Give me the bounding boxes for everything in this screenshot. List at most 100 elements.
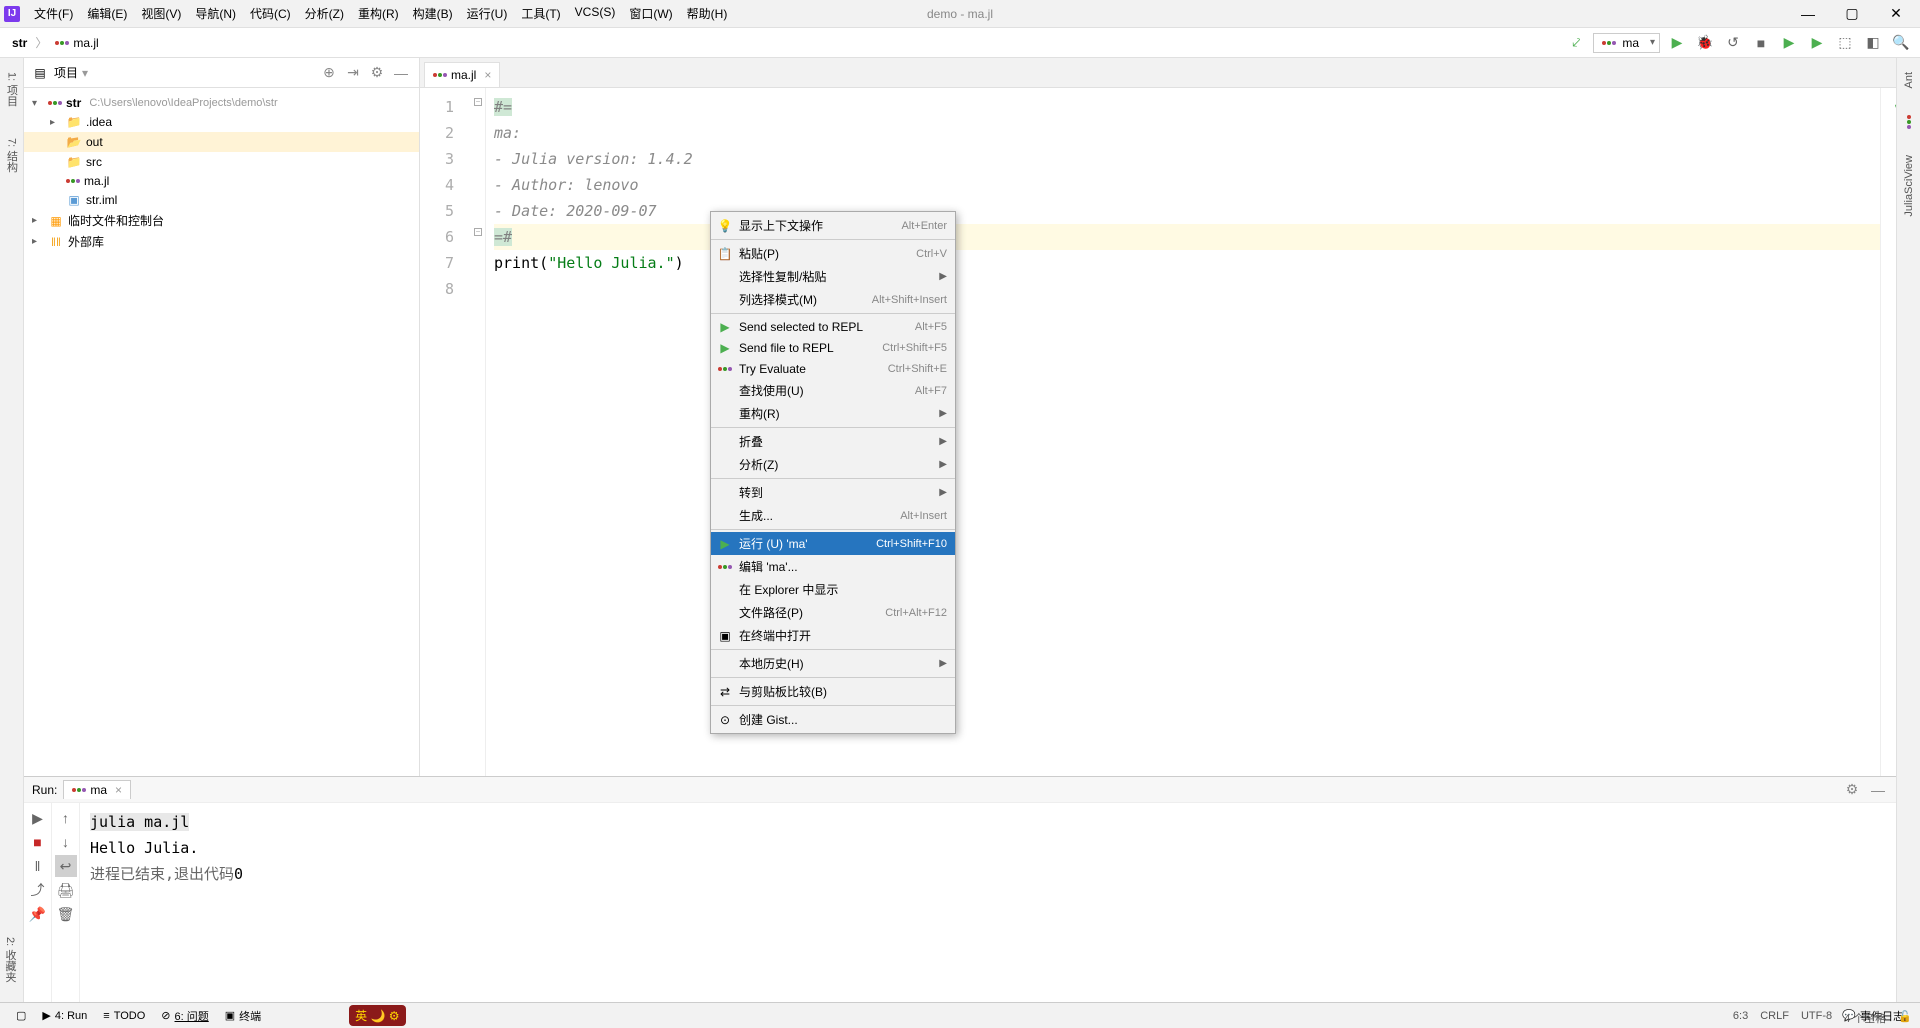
- context-item[interactable]: 在 Explorer 中显示: [711, 578, 955, 601]
- tree-out[interactable]: 📂 out: [24, 132, 419, 152]
- debug-icon[interactable]: 🐞: [1694, 32, 1716, 54]
- indent[interactable]: 4 个空格: [1844, 1010, 1886, 1026]
- locate-icon[interactable]: ⊕: [319, 63, 339, 83]
- menu-file[interactable]: 文件(F): [28, 1, 79, 26]
- project-panel-title[interactable]: 项目 ▾: [54, 64, 88, 81]
- run-output[interactable]: julia ma.jl Hello Julia. 进程已结束,退出代码0: [80, 803, 1896, 1002]
- bottom-problems[interactable]: ⊘ 6: 问题: [153, 1005, 216, 1027]
- run-hide-icon[interactable]: —: [1868, 780, 1888, 800]
- soft-wrap-icon[interactable]: ↩: [55, 855, 77, 877]
- menu-vcs[interactable]: VCS(S): [569, 1, 622, 26]
- menu-edit[interactable]: 编辑(E): [81, 1, 133, 26]
- context-item[interactable]: 分析(Z)▶: [711, 453, 955, 476]
- menu-tools[interactable]: 工具(T): [515, 1, 566, 26]
- bottom-terminal[interactable]: ▣ 终端: [217, 1005, 269, 1027]
- trash-icon[interactable]: 🗑: [55, 903, 77, 925]
- encoding[interactable]: UTF-8: [1801, 1010, 1832, 1026]
- close-tab-icon[interactable]: ×: [484, 68, 491, 82]
- stop-run-icon[interactable]: ■: [27, 831, 49, 853]
- run-button[interactable]: ▶: [1666, 32, 1688, 54]
- line-separator[interactable]: CRLF: [1760, 1010, 1789, 1026]
- menu-code[interactable]: 代码(C): [244, 1, 297, 26]
- editor-tab-ma[interactable]: ma.jl ×: [424, 62, 500, 87]
- tree-src[interactable]: 📁 src: [24, 152, 419, 172]
- collapse-icon[interactable]: ⇥: [343, 63, 363, 83]
- context-item[interactable]: 转到▶: [711, 481, 955, 504]
- maximize-button[interactable]: ▢: [1832, 2, 1872, 26]
- exit-icon[interactable]: ⤴: [27, 879, 49, 901]
- context-item[interactable]: ⊙创建 Gist...: [711, 708, 955, 731]
- chevron-right-icon: ▶: [939, 658, 947, 669]
- ime-badge[interactable]: 英 🌙 ⚙: [349, 1005, 405, 1026]
- context-item[interactable]: 本地历史(H)▶: [711, 652, 955, 675]
- tab-project[interactable]: 1: 项目: [2, 66, 22, 112]
- tab-ant[interactable]: Ant: [1901, 66, 1917, 95]
- print-icon[interactable]: 🖨: [55, 879, 77, 901]
- menu-window[interactable]: 窗口(W): [623, 1, 678, 26]
- tree-idea[interactable]: ▸📁 .idea: [24, 112, 419, 132]
- settings-icon[interactable]: ⬚: [1834, 32, 1856, 54]
- menu-help[interactable]: 帮助(H): [681, 1, 734, 26]
- run-settings-icon[interactable]: ⚙: [1842, 780, 1862, 800]
- tree-scratch[interactable]: ▸▦ 临时文件和控制台: [24, 210, 419, 231]
- tree-external-lib[interactable]: ▸‖‖ 外部库: [24, 231, 419, 252]
- context-item[interactable]: 选择性复制/粘贴▶: [711, 265, 955, 288]
- context-item[interactable]: 📋粘贴(P)Ctrl+V: [711, 242, 955, 265]
- tab-favorites[interactable]: 2: 收藏夹: [0, 931, 20, 988]
- hide-panel-icon[interactable]: —: [391, 63, 411, 83]
- cursor-position[interactable]: 6:3: [1733, 1010, 1748, 1026]
- bottom-run[interactable]: ▶ 4: Run: [34, 1006, 95, 1025]
- context-item[interactable]: 💡显示上下文操作Alt+Enter: [711, 214, 955, 237]
- rerun-icon[interactable]: ▶: [27, 807, 49, 829]
- layout-icon[interactable]: ◧: [1862, 32, 1884, 54]
- menu-view[interactable]: 视图(V): [135, 1, 187, 26]
- menu-refactor[interactable]: 重构(R): [352, 1, 405, 26]
- context-item[interactable]: 文件路径(P)Ctrl+Alt+F12: [711, 601, 955, 624]
- context-separator: [711, 705, 955, 706]
- context-item[interactable]: ▶Send file to REPLCtrl+Shift+F5: [711, 337, 955, 358]
- lock-icon[interactable]: 🔓: [1898, 1010, 1912, 1026]
- tab-structure[interactable]: 7: 结构: [2, 132, 22, 178]
- breadcrumb-root[interactable]: str: [8, 34, 31, 52]
- context-item[interactable]: ▶运行 (U) 'ma'Ctrl+Shift+F10: [711, 532, 955, 555]
- run-tab-ma[interactable]: ma ×: [63, 780, 131, 799]
- tab-julia-sciview[interactable]: JuliaSciView: [1901, 149, 1917, 223]
- context-item[interactable]: ▶Send selected to REPLAlt+F5: [711, 316, 955, 337]
- search-icon[interactable]: 🔍: [1890, 32, 1912, 54]
- pin-icon[interactable]: 📌: [27, 903, 49, 925]
- run-test-icon[interactable]: ▶: [1806, 32, 1828, 54]
- close-run-tab[interactable]: ×: [115, 783, 122, 797]
- context-item[interactable]: 列选择模式(M)Alt+Shift+Insert: [711, 288, 955, 311]
- context-item[interactable]: 编辑 'ma'...: [711, 555, 955, 578]
- context-item[interactable]: ⇄与剪贴板比较(B): [711, 680, 955, 703]
- menu-navigate[interactable]: 导航(N): [189, 1, 242, 26]
- menu-build[interactable]: 构建(B): [407, 1, 459, 26]
- fold-marker-open[interactable]: −: [474, 98, 482, 106]
- coverage-icon[interactable]: ↺: [1722, 32, 1744, 54]
- down-icon[interactable]: ↓: [55, 831, 77, 853]
- menu-analyze[interactable]: 分析(Z): [299, 1, 350, 26]
- show-panels-icon[interactable]: ▢: [8, 1006, 34, 1025]
- tree-root[interactable]: ▾ str C:\Users\lenovo\IdeaProjects\demo\…: [24, 94, 419, 112]
- context-item[interactable]: Try EvaluateCtrl+Shift+E: [711, 358, 955, 379]
- fold-marker-close[interactable]: −: [474, 228, 482, 236]
- context-item[interactable]: 生成...Alt+Insert: [711, 504, 955, 527]
- context-item[interactable]: 查找使用(U)Alt+F7: [711, 379, 955, 402]
- minimize-button[interactable]: —: [1788, 2, 1828, 26]
- context-item[interactable]: ▣在终端中打开: [711, 624, 955, 647]
- context-item[interactable]: 折叠▶: [711, 430, 955, 453]
- stop-icon[interactable]: ■: [1750, 32, 1772, 54]
- run-config-selector[interactable]: ma: [1593, 33, 1660, 53]
- gear-icon[interactable]: ⚙: [367, 63, 387, 83]
- close-button[interactable]: ✕: [1876, 2, 1916, 26]
- breadcrumb-file[interactable]: ma.jl: [51, 34, 102, 52]
- up-icon[interactable]: ↑: [55, 807, 77, 829]
- pause-icon[interactable]: ‖: [27, 855, 49, 877]
- menu-run[interactable]: 运行(U): [461, 1, 514, 26]
- build-icon[interactable]: ⤦: [1565, 32, 1587, 54]
- tree-str-iml[interactable]: ▣ str.iml: [24, 190, 419, 210]
- tree-ma-jl[interactable]: ma.jl: [24, 172, 419, 190]
- run-anything-icon[interactable]: ▶: [1778, 32, 1800, 54]
- context-item[interactable]: 重构(R)▶: [711, 402, 955, 425]
- bottom-todo[interactable]: ≡ TODO: [95, 1007, 153, 1025]
